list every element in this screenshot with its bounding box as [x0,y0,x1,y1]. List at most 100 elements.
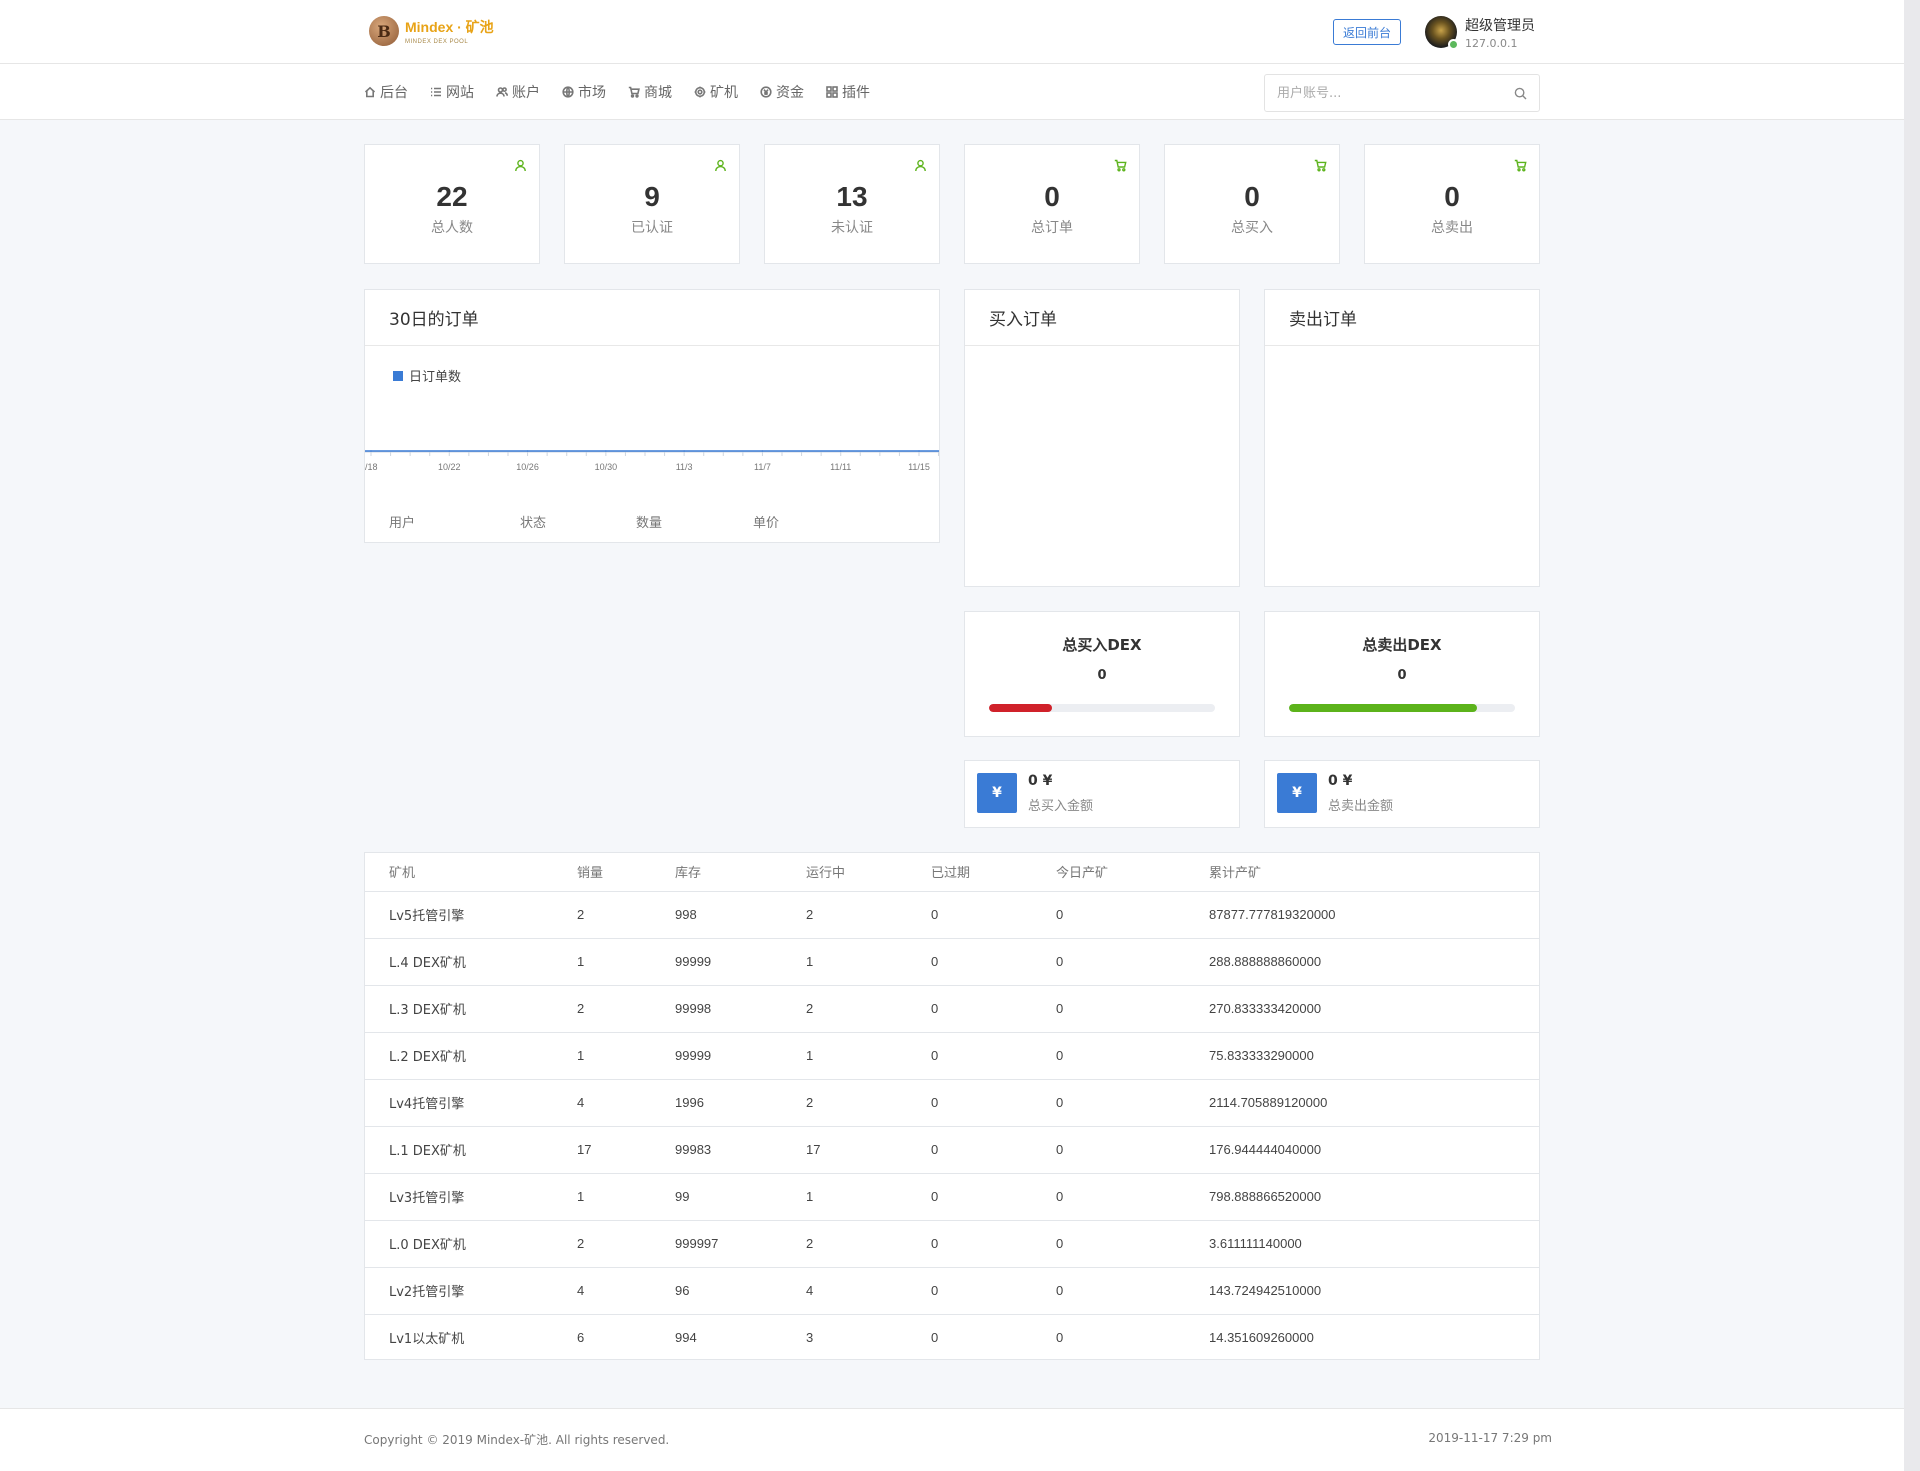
table-cell: 6 [577,1330,585,1346]
table-cell: 0 [931,985,1056,1033]
table-cell: 99998 [675,985,806,1033]
table-cell: 0 [1056,1267,1209,1315]
table-cell: 1 [577,1032,675,1080]
copyright-text: Copyright © 2019 Mindex-矿池. All rights r… [364,1433,670,1447]
dex-title: 总买入DEX [1062,636,1142,654]
table-cell: 0 [931,891,1056,939]
table-cell: 3 [806,1330,814,1346]
user-ip: 127.0.0.1 [1465,36,1518,50]
nav-item-funds[interactable]: 资金 [760,82,804,102]
stat-value: 13 [836,181,868,212]
table-cell: 0 [1056,1330,1064,1346]
stat-card-total-buy: 0 总买入 [1164,144,1340,264]
sell-orders-panel: 卖出订单 [1264,289,1540,587]
cart-icon [1114,159,1127,172]
table-cell: 994 [675,1330,697,1346]
table-cell: 0 [1056,1126,1209,1174]
miners-table-panel: 矿机 销量 库存 运行中 已过期 今日产矿 累计产矿 Lv5托管引擎 2 998 2 0 0 87877… [364,852,1540,1360]
data-point[interactable] [370,450,372,452]
table-row: Lv4托管引擎 4 1996 2 0 0 2114.705889120000 [365,1079,1539,1127]
data-point[interactable] [761,450,764,452]
coin-logo-icon: B [369,16,399,46]
table-cell: 1 [806,1173,931,1221]
users-icon [496,87,508,97]
globe-icon [562,86,574,98]
table-cell: 99999 [675,938,806,986]
table-cell: 998 [675,891,806,939]
table-cell: 0 [931,1173,1056,1221]
nav-item-market[interactable]: 市场 [562,82,606,102]
window-scrollbar-track[interactable] [1904,0,1920,1471]
user-search-input[interactable] [1265,75,1495,111]
brand-name: Mindex · 矿池 [405,19,494,35]
stat-label: 已认证 [631,220,673,236]
home-icon [364,86,376,98]
nav-item-website[interactable]: 网站 [430,82,474,102]
table-cell: 0 [1056,1079,1209,1127]
stat-label: 总订单 [1031,220,1073,236]
table-cell: 99 [675,1173,806,1221]
top-header: B Mindex · 矿池 MINDEX DEX POOL 返回前台 超级管理员… [0,0,1904,64]
nav-item-dashboard[interactable]: 后台 [364,82,408,102]
user-search-box [1264,74,1540,112]
total-sell-amount-card: ¥ 0 ¥ 总卖出金额 [1264,760,1540,828]
table-cell: 0 [931,938,1056,986]
table-cell: 2 [806,1079,931,1127]
data-point[interactable] [918,450,920,452]
back-to-frontend-button[interactable]: 返回前台 [1333,19,1401,45]
cart-icon [1314,159,1327,172]
table-cell: L.4 DEX矿机 [365,938,577,986]
table-cell: 1996 [675,1079,806,1127]
dex-value: 0 [1397,668,1407,683]
data-point[interactable] [448,450,451,452]
nav-item-accounts[interactable]: 账户 [496,82,540,102]
user-menu[interactable]: 超级管理员 127.0.0.1 [1425,14,1535,50]
table-row: Lv2托管引擎 4 96 4 0 0 143.724942510000 [365,1267,1539,1315]
table-cell: 176.944444040000 [1209,1126,1539,1174]
stat-value: 9 [644,181,660,212]
table-cell: L.1 DEX矿机 [365,1126,577,1174]
total-sell-dex-card: 总卖出DEX 0 [1264,611,1540,737]
stat-card-total-sell: 0 总卖出 [1364,144,1540,264]
table-cell: 3.611111140000 [1209,1220,1539,1268]
data-point[interactable] [605,450,607,452]
yuan-icon: ¥ [1277,773,1317,813]
data-point[interactable] [526,450,529,452]
stat-label: 总卖出 [1431,220,1473,236]
table-row: L.1 DEX矿机 17 99983 17 0 0 176.944444040000 [365,1126,1539,1174]
column-header: 用户 [389,516,416,531]
user-icon [915,159,926,172]
stat-label: 总人数 [431,220,473,236]
table-cell: 0 [931,1267,1056,1315]
table-row: L.4 DEX矿机 1 99999 1 0 0 288.888888860000 [365,938,1539,986]
search-icon[interactable] [1514,87,1527,100]
table-cell: 2 [577,891,675,939]
nav-item-shop[interactable]: 商城 [628,82,672,102]
brand-tagline: MINDEX DEX POOL [405,39,469,45]
dex-value: 0 [1097,668,1107,683]
table-cell: 99983 [675,1126,806,1174]
table-cell: L.3 DEX矿机 [365,985,577,1033]
nav-item-plugins[interactable]: 插件 [826,82,870,102]
orders-table-header: 用户 状态 数量 单价 [365,512,939,542]
brand-logo[interactable]: B Mindex · 矿池 MINDEX DEX POOL [369,14,494,48]
x-tick-label: 11/7 [754,462,771,472]
column-header: 库存 [675,853,806,892]
column-header: 矿机 [365,853,577,892]
table-cell: 1 [806,938,931,986]
table-row: Lv5托管引擎 2 998 2 0 0 87877.777819320000 [365,891,1539,939]
table-cell: 4 [577,1079,675,1127]
user-icon [515,159,526,172]
table-cell: 143.724942510000 [1209,1267,1539,1315]
avatar[interactable] [1425,16,1459,50]
amount-label: 总买入金额 [1028,799,1094,814]
orders-30-day-panel: 30日的订单 日订单数 /18 10/22 10/26 10/30 11/3 11/7 11… [364,289,940,543]
nav-item-miners[interactable]: 矿机 [694,82,738,102]
data-point[interactable] [683,450,685,452]
orders-line-chart: /18 10/22 10/26 10/30 11/3 11/7 11/11 11/15 [365,450,939,472]
data-point[interactable] [839,450,842,452]
cart-icon [628,86,640,98]
user-icon [715,159,726,172]
amount-value: 0 ¥ [1328,773,1353,789]
column-header: 今日产矿 [1056,853,1209,892]
